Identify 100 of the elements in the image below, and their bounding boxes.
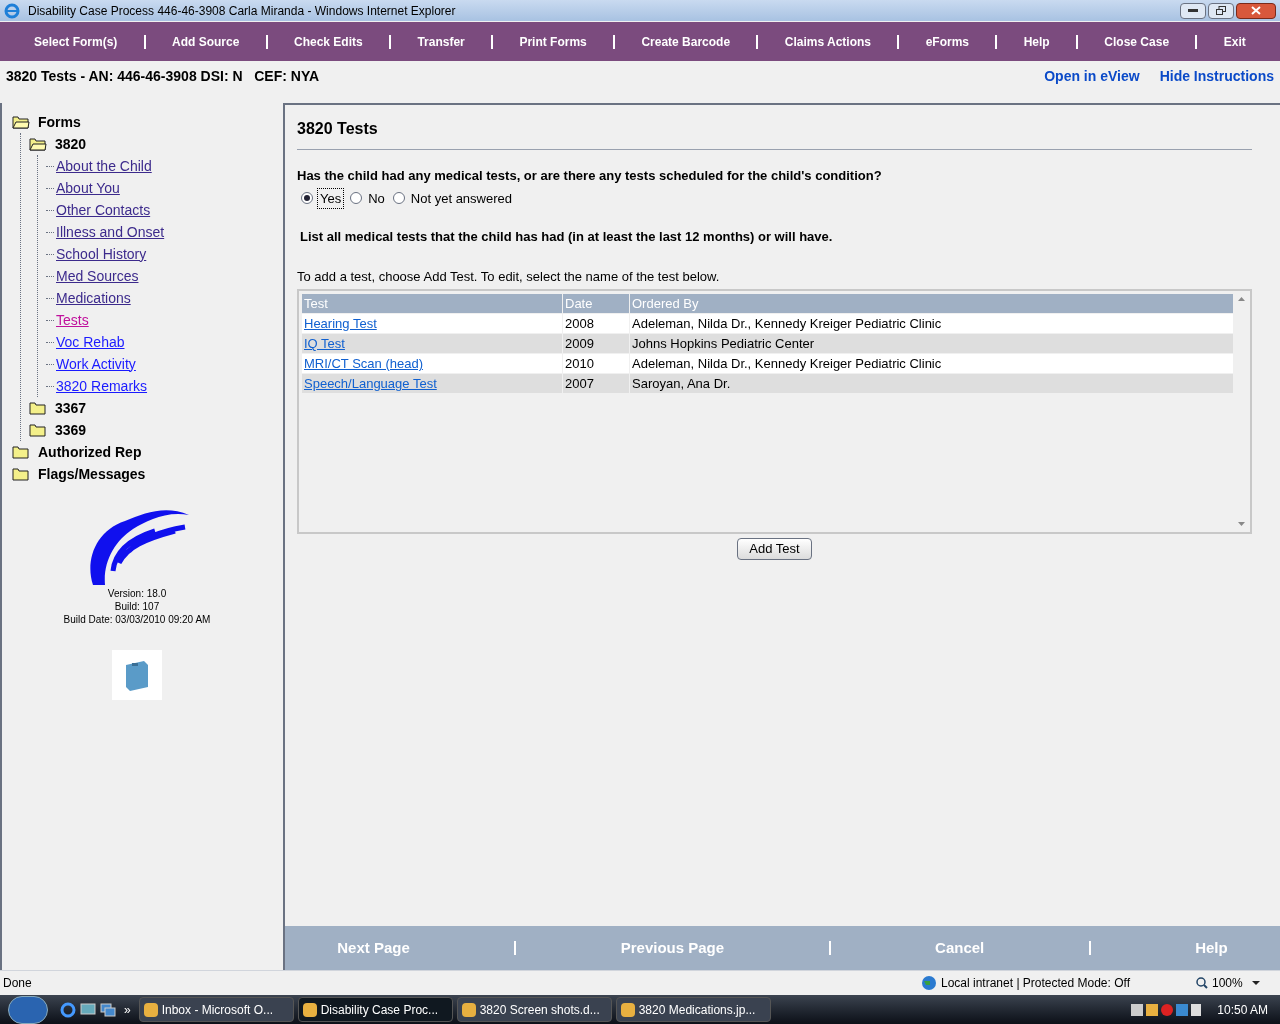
form-link[interactable]: Medications (56, 287, 131, 309)
folder-label[interactable]: Forms (38, 111, 81, 133)
header-link[interactable]: Hide Instructions (1159, 65, 1274, 87)
form-link[interactable]: School History (56, 243, 147, 265)
open-folder-icon (29, 137, 47, 151)
taskbar-chevron[interactable]: » (124, 1000, 131, 1019)
taskbar-item[interactable]: 3820 Screen shots.d... (456, 997, 612, 1022)
version-text: Build Date: 03/03/2010 09:20 AM (63, 613, 211, 626)
taskbar-item[interactable]: Disability Case Proc... (297, 997, 453, 1022)
version-text: Build: 107 (114, 600, 160, 613)
column-header: Ordered By (630, 294, 1233, 313)
menu-item[interactable]: Add Source (172, 32, 240, 51)
browser-icon (4, 2, 20, 19)
desktop-icon[interactable] (80, 1002, 96, 1017)
column-header: Test (302, 294, 562, 313)
radio-label: Yes (317, 187, 345, 209)
menu-item[interactable]: Exit (1223, 32, 1246, 51)
folder-label[interactable]: 3369 (55, 419, 87, 441)
form-link[interactable]: 3820 Remarks (56, 375, 148, 397)
folder-label[interactable]: Authorized Rep (38, 441, 142, 463)
menu-item[interactable]: Help (1023, 32, 1050, 51)
close-icon (1251, 6, 1261, 15)
app-icon (620, 1002, 635, 1017)
menu-item[interactable]: Transfer (417, 32, 465, 51)
window-title: Disability Case Process 446-46-3908 Carla Miranda - Windows Internet Explorer (28, 2, 457, 20)
table-cell: 2008 (563, 314, 629, 333)
menu-item[interactable]: Create Barcode (641, 32, 731, 51)
table-cell: Adeleman, Nilda Dr., Kennedy Kreiger Pediatric Clinic (630, 314, 1233, 333)
briefcase-icon (124, 659, 150, 691)
radio-button[interactable] (350, 192, 363, 205)
version-text: Version: 18.0 (107, 587, 167, 600)
taskbar-item[interactable]: 3820 Medications.jp... (615, 997, 771, 1022)
globe-icon (921, 975, 937, 991)
test-link[interactable]: IQ Test (304, 336, 345, 351)
radio-button[interactable] (301, 192, 313, 205)
folder-label[interactable]: 3367 (55, 397, 87, 419)
open-folder-icon (12, 115, 30, 129)
record-tray-icon[interactable] (1161, 1003, 1174, 1016)
form-link[interactable]: Work Activity (56, 353, 136, 375)
page-title: 3820 Tests (297, 105, 1252, 150)
table-cell[interactable]: IQ Test (302, 334, 562, 353)
close-button[interactable] (1236, 2, 1276, 19)
table-cell: 2007 (563, 374, 629, 393)
window-switch-icon[interactable] (100, 1002, 116, 1017)
minimize-button[interactable] (1180, 2, 1206, 19)
table-cell: Adeleman, Nilda Dr., Kennedy Kreiger Pediatric Clinic (630, 354, 1233, 373)
form-link[interactable]: Voc Rehab (56, 331, 125, 353)
minimize-icon (1188, 8, 1198, 13)
zoom-icon (1196, 977, 1208, 989)
radio-label: No (367, 189, 386, 208)
test-link[interactable]: Speech/Language Test (304, 376, 437, 391)
table-cell[interactable]: Speech/Language Test (302, 374, 562, 393)
zone-text: Local intranet | Protected Mode: Off (941, 975, 1131, 992)
taskbar-item[interactable]: Inbox - Microsoft O... (138, 997, 294, 1022)
radio-label: Not yet answered (409, 189, 513, 208)
folder-icon (12, 445, 30, 459)
test-link[interactable]: Hearing Test (304, 316, 377, 331)
form-link[interactable]: About the Child (56, 155, 152, 177)
form-link[interactable]: Tests (56, 309, 89, 331)
clock: 10:50 AM (1217, 1001, 1268, 1019)
question-text: Has the child had any medical tests, or are there any tests scheduled for the child's condition? (297, 167, 883, 185)
hint-text: To add a test, choose Add Test. To edit, select the name of the test below. (297, 267, 721, 286)
scroll-down-icon (1237, 522, 1245, 526)
menu-item[interactable]: Close Case (1104, 32, 1170, 51)
zoom-level[interactable]: 100% (1212, 974, 1252, 992)
dropdown-icon[interactable] (1252, 981, 1260, 985)
radio-button[interactable] (392, 192, 405, 205)
menu-item[interactable]: Select Form(s) (34, 32, 118, 51)
column-header: Date (563, 294, 629, 313)
table-cell[interactable]: Hearing Test (302, 314, 562, 333)
app-icon (461, 1002, 476, 1017)
case-info: 3820 Tests - AN: 446-46-3908 DSI: N CEF: NYA (6, 66, 320, 86)
folder-icon (29, 401, 47, 415)
restore-icon (1216, 6, 1226, 15)
folder-label[interactable]: 3820 (55, 133, 87, 155)
table-cell[interactable]: MRI/CT Scan (head) (302, 354, 562, 373)
start-button[interactable] (8, 995, 48, 1024)
folder-icon (29, 423, 47, 437)
table-cell: 2010 (563, 354, 629, 373)
menu-item[interactable]: Check Edits (294, 32, 363, 51)
app-icon (143, 1002, 158, 1017)
folder-label[interactable]: Flags/Messages (38, 463, 146, 485)
table-cell: Johns Hopkins Pediatric Center (630, 334, 1233, 353)
test-link[interactable]: MRI/CT Scan (head) (304, 356, 423, 371)
add-test-button[interactable]: Add Test (737, 538, 812, 560)
form-link[interactable]: Med Sources (56, 265, 139, 287)
form-link[interactable]: About You (56, 177, 120, 199)
browser-icon[interactable] (60, 1001, 76, 1018)
menu-item[interactable]: Claims Actions (784, 32, 871, 51)
app-icon (302, 1002, 317, 1017)
table-cell: 2009 (563, 334, 629, 353)
scroll-up-icon (1237, 297, 1245, 301)
menu-item[interactable]: eForms (925, 32, 970, 51)
folder-icon (12, 467, 30, 481)
form-link[interactable]: Other Contacts (56, 199, 151, 221)
menu-item[interactable]: Print Forms (519, 32, 587, 51)
restore-button[interactable] (1208, 2, 1234, 19)
form-link[interactable]: Illness and Onset (56, 221, 165, 243)
instruction-text: List all medical tests that the child has had (in at least the last 12 months) or will have. (299, 228, 834, 246)
header-link[interactable]: Open in eView (1044, 65, 1140, 87)
